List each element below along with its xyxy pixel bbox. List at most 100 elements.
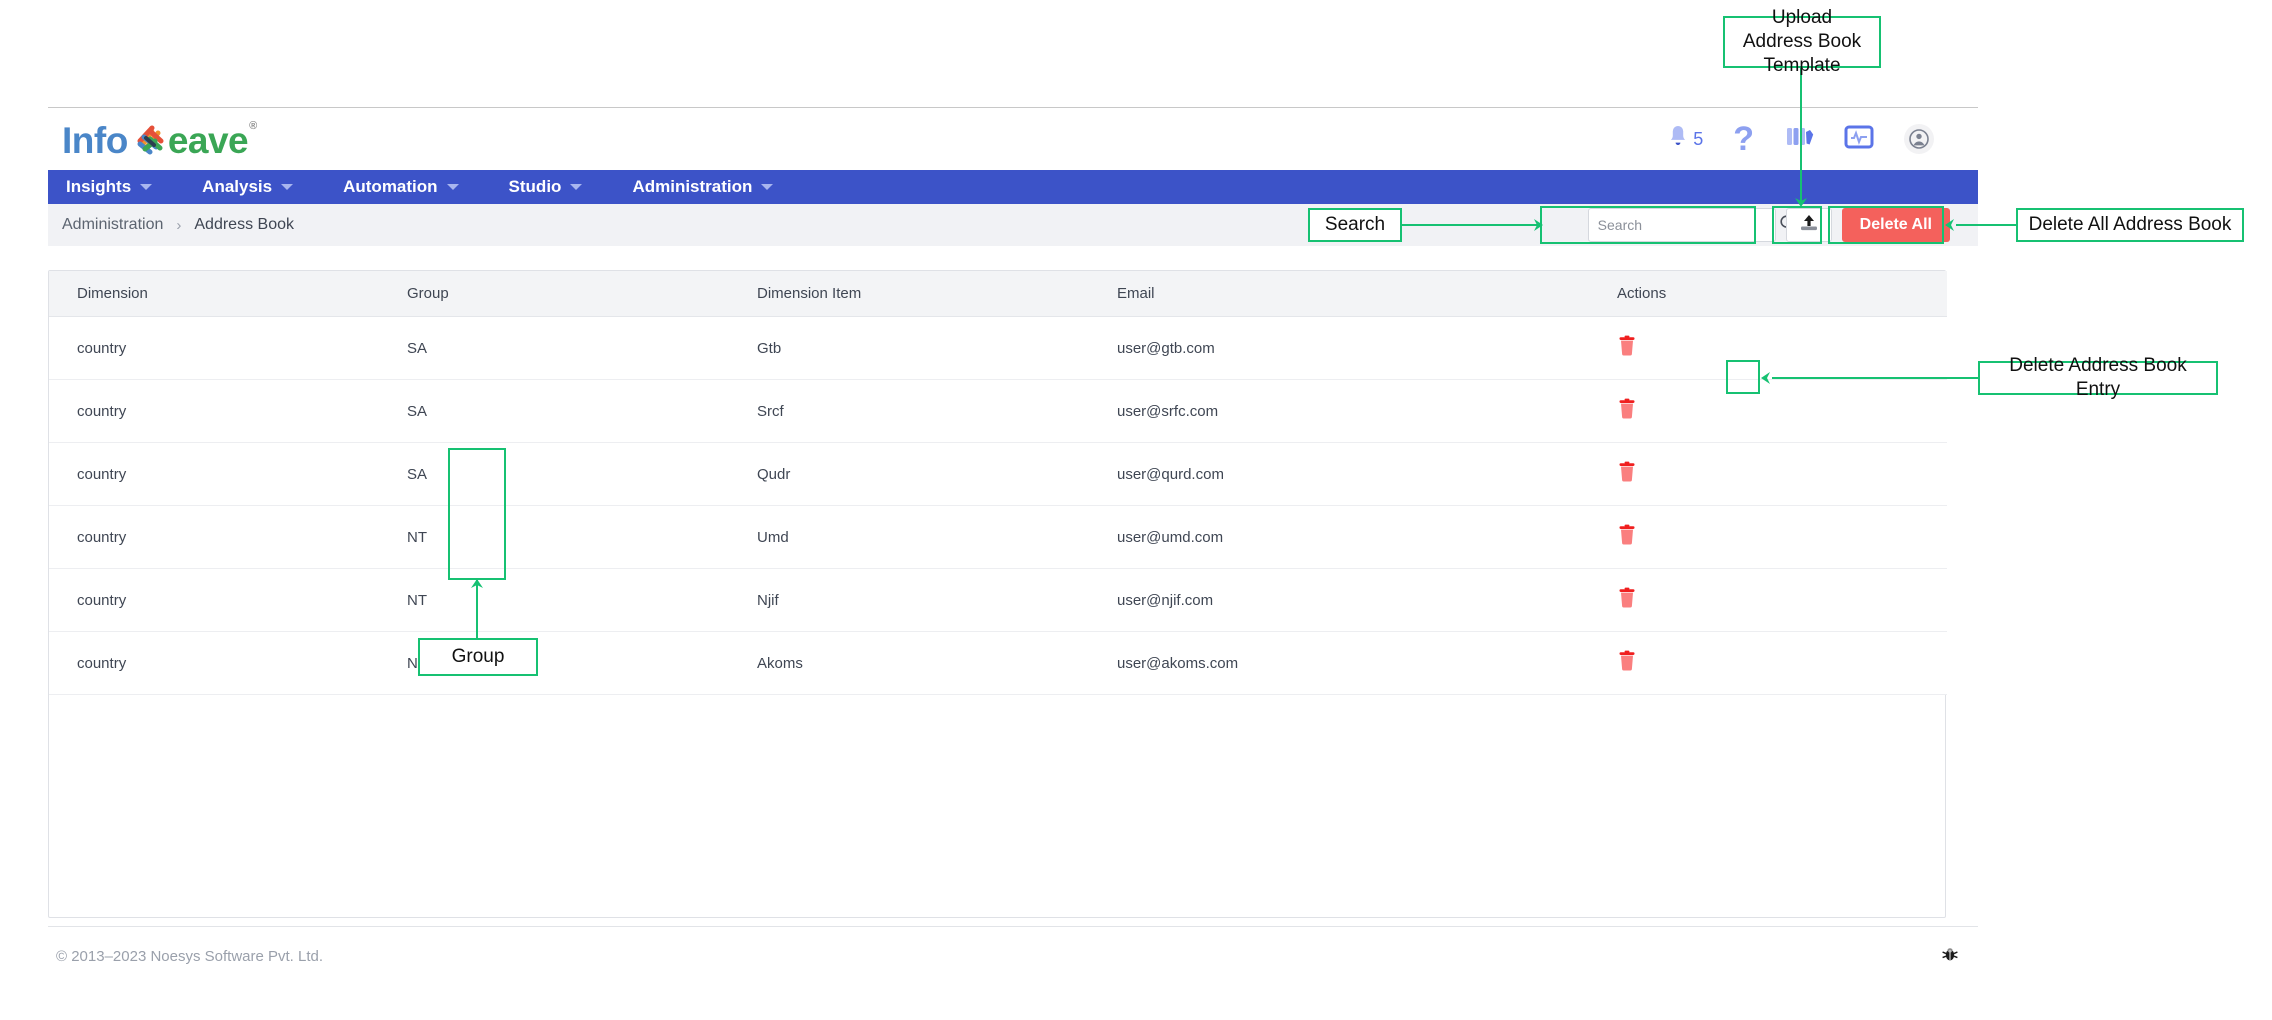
cell-group: SA [379, 379, 729, 443]
chevron-down-icon [570, 184, 583, 190]
column-header-dimension: Dimension [49, 271, 379, 317]
table-row: country NT Njif user@njif.com [49, 568, 1947, 632]
breadcrumb-separator-icon: › [176, 216, 182, 234]
annotation-upload-leader [1800, 68, 1802, 201]
chevron-down-icon [281, 184, 294, 190]
cell-email: user@akoms.com [1089, 631, 1589, 695]
main-navigation: Insights Analysis Automation Studio Admi… [48, 170, 1978, 204]
table-row: country SA Qudr user@qurd.com [49, 442, 1947, 506]
cell-dimension-item: Gtb [729, 316, 1089, 380]
annotation-highlight-search-box [1540, 206, 1756, 244]
notifications-button[interactable]: 5 [1666, 124, 1703, 155]
cell-dimension: country [49, 379, 379, 443]
user-account-button[interactable] [1904, 124, 1934, 154]
bell-icon [1666, 124, 1690, 155]
annotation-group: Group [418, 638, 538, 676]
delete-row-button[interactable] [1617, 587, 1637, 613]
cell-group: SA [379, 442, 729, 506]
copyright-text: © 2013–2023 Noesys Software Pvt. Ltd. [56, 948, 324, 965]
cell-actions [1589, 631, 1947, 695]
logo-text-eave: eave [167, 120, 249, 161]
annotation-delete-all: Delete All Address Book [2016, 208, 2244, 242]
chevron-down-icon [446, 184, 459, 190]
monitor-icon [1844, 125, 1874, 154]
cell-email: user@qurd.com [1089, 442, 1589, 506]
column-header-actions: Actions [1589, 271, 1947, 317]
app-header: Info eave® 5 ? [48, 108, 1978, 170]
help-icon: ? [1733, 120, 1754, 158]
nav-item-analysis[interactable]: Analysis [202, 177, 319, 197]
header-icon-group: 5 ? [1666, 122, 1978, 156]
cell-dimension: country [49, 316, 379, 380]
annotation-search-leader [1402, 224, 1538, 226]
cell-actions [1589, 442, 1947, 506]
delete-row-button[interactable] [1617, 650, 1637, 676]
annotation-highlight-delete-all [1828, 206, 1944, 244]
cell-email: user@srfc.com [1089, 379, 1589, 443]
nav-item-automation[interactable]: Automation [343, 177, 484, 197]
table-row: country NT Akoms user@akoms.com [49, 631, 1947, 695]
cell-dimension-item: Umd [729, 505, 1089, 569]
column-header-group: Group [379, 271, 729, 317]
chevron-down-icon [761, 184, 774, 190]
cell-dimension: country [49, 568, 379, 632]
monitor-button[interactable] [1844, 125, 1874, 154]
screenshot-root: Info eave® 5 ? Insights Analysis Automat… [0, 0, 2272, 1020]
column-header-email: Email [1089, 271, 1589, 317]
library-icon [1784, 123, 1814, 156]
table-row: country NT Umd user@umd.com [49, 505, 1947, 569]
cell-email: user@njif.com [1089, 568, 1589, 632]
cell-group: NT [379, 568, 729, 632]
cell-actions [1589, 379, 1947, 443]
address-book-card: Dimension Group Dimension Item Email Act… [48, 270, 1947, 918]
infoweave-logo[interactable]: Info eave® [48, 119, 257, 161]
cell-email: user@umd.com [1089, 505, 1589, 569]
table-header: Dimension Group Dimension Item Email Act… [49, 271, 1947, 317]
delete-row-button[interactable] [1617, 398, 1637, 424]
notification-count: 5 [1693, 128, 1704, 149]
logo-text-info: Info [62, 120, 128, 161]
breadcrumb-current: Address Book [194, 216, 294, 233]
nav-label-automation: Automation [343, 177, 438, 196]
bug-icon[interactable] [1940, 944, 1960, 969]
annotation-upload-template: Upload Address Book Template [1723, 7, 1881, 76]
annotation-highlight-group-column [448, 448, 506, 580]
nav-item-insights[interactable]: Insights [66, 177, 178, 197]
cell-dimension-item: Srcf [729, 379, 1089, 443]
nav-label-studio: Studio [508, 177, 562, 196]
cell-dimension-item: Njif [729, 568, 1089, 632]
cell-dimension: country [49, 505, 379, 569]
library-button[interactable] [1784, 123, 1814, 156]
breadcrumb-parent[interactable]: Administration [62, 216, 163, 234]
cell-actions [1589, 568, 1947, 632]
annotation-highlight-upload-button [1772, 206, 1822, 244]
cell-dimension: country [49, 631, 379, 695]
annotation-delete-all-leader [1956, 224, 2018, 226]
cell-dimension-item: Akoms [729, 631, 1089, 695]
cell-email: user@gtb.com [1089, 316, 1589, 380]
nav-item-studio[interactable]: Studio [509, 177, 609, 197]
annotation-search: Search [1308, 208, 1402, 242]
table-row: country SA Srcf user@srfc.com [49, 379, 1947, 443]
registered-mark: ® [249, 120, 257, 132]
table-header-row: Dimension Group Dimension Item Email Act… [49, 271, 1947, 317]
delete-row-button[interactable] [1617, 461, 1637, 487]
nav-item-administration[interactable]: Administration [632, 177, 799, 197]
cell-dimension-item: Qudr [729, 442, 1089, 506]
annotation-delete-entry: Delete Address Book Entry [1978, 355, 2218, 400]
chevron-down-icon [140, 184, 153, 190]
help-button[interactable]: ? [1733, 122, 1754, 156]
user-avatar-icon [1904, 124, 1934, 154]
annotation-delete-entry-leader [1772, 377, 1980, 379]
delete-row-button[interactable] [1617, 335, 1637, 361]
column-header-dimension-item: Dimension Item [729, 271, 1089, 317]
app-footer: © 2013–2023 Noesys Software Pvt. Ltd. [48, 926, 1978, 986]
nav-label-insights: Insights [66, 177, 132, 196]
nav-label-analysis: Analysis [202, 177, 273, 196]
delete-row-button[interactable] [1617, 524, 1637, 550]
annotation-group-arrowhead [471, 579, 483, 588]
table-body: country SA Gtb user@gtb.com country SA S… [49, 316, 1947, 695]
cell-group: NT [379, 505, 729, 569]
nav-label-administration: Administration [632, 177, 753, 196]
address-book-table: Dimension Group Dimension Item Email Act… [49, 271, 1947, 695]
